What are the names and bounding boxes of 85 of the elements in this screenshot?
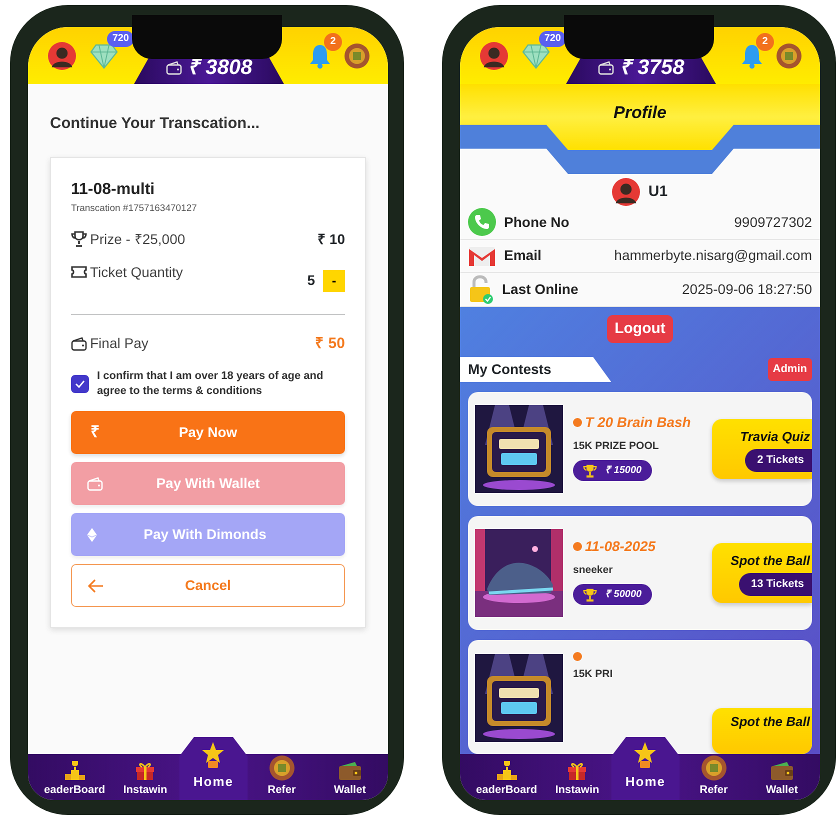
prize-label: Prize - ₹25,000 (90, 230, 186, 248)
diamond-icon (87, 528, 97, 542)
nav-tab[interactable]: Refer (248, 754, 316, 800)
detail-label: Last Online (502, 280, 578, 299)
logout-button[interactable]: Logout (606, 314, 674, 343)
back-arrow-icon (88, 578, 104, 592)
wallet-icon (87, 476, 103, 490)
game-name: Spot the Ball (730, 713, 812, 731)
nav-tab[interactable]: Home (611, 736, 680, 800)
quantity-label: Ticket Quantity (90, 262, 183, 282)
star-icon (200, 740, 226, 769)
prize-amount: ₹ 50000 (605, 588, 642, 602)
bell-icon (308, 42, 332, 68)
detail-value: hammerbyte.nisarg@gmail.com (614, 246, 812, 266)
wallet-icon (598, 61, 614, 75)
consent-text: I confirm that I am over 18 years of age and agree to the terms & conditions (97, 369, 324, 399)
nav-tab[interactable]: Instawin (111, 758, 180, 800)
coin-icon (344, 42, 370, 68)
page-title: Profile (614, 102, 666, 124)
decrease-button[interactable]: - (323, 270, 345, 292)
contest-subtitle: sneeker (573, 563, 614, 578)
nav-tab[interactable]: Refer (680, 754, 748, 800)
check-icon (75, 380, 85, 388)
contest-name: 11-08-multi (71, 180, 156, 200)
nav-tab[interactable]: eaderBoard (38, 758, 112, 800)
game-name: Spot the Ball (730, 552, 812, 570)
ticket-count: 2 Tickets (745, 449, 812, 472)
nav-tab[interactable]: Home (179, 736, 248, 800)
bell-icon (740, 42, 764, 68)
contest-card[interactable]: T 20 Brain Bash 15K PRIZE POOL ₹ 15000 Travia Quiz 2 Tickets (468, 392, 812, 506)
avatar-icon (612, 178, 640, 206)
contest-subtitle: 15K PRIZE POOL (573, 439, 660, 454)
detail-label: Email (504, 246, 542, 266)
dot-icon (573, 542, 582, 552)
diamond-count-badge: 720 (539, 30, 566, 46)
coin-icon (700, 755, 727, 781)
trophy-icon (71, 231, 87, 247)
diamond-count-badge: 720 (107, 30, 134, 46)
avatar-icon (480, 42, 508, 70)
transaction-id: Transcation #1757163470127 (71, 202, 198, 216)
diamond-icon (522, 42, 550, 68)
user-name: U1 (648, 182, 668, 202)
section-title: My Contests (460, 357, 612, 382)
final-amount: ₹ 50 (315, 334, 345, 354)
coin-icon (776, 42, 802, 68)
nav-tab[interactable]: Wallet (748, 760, 816, 800)
wallet-icon (338, 761, 362, 781)
page-title: Continue Your Transcation... (50, 114, 261, 134)
diamond-icon (90, 42, 118, 68)
ticket-icon (71, 266, 87, 278)
game-name: Travia Quiz (740, 428, 811, 446)
prize-amount: ₹ 15000 (605, 464, 642, 478)
mail-icon (468, 244, 496, 267)
admin-badge: Admin (768, 358, 812, 381)
detail-value: 2025-09-06 18:27:50 (682, 280, 812, 299)
nav-tab[interactable]: Instawin (543, 758, 612, 800)
detail-value: 9909727302 (734, 212, 812, 232)
podium-icon (496, 759, 518, 781)
trophy-icon (583, 588, 597, 602)
contest-subtitle: 15K PRI (573, 667, 614, 682)
consent-checkbox[interactable] (71, 375, 89, 393)
trophy-icon (583, 464, 597, 478)
coin-icon (268, 755, 295, 781)
podium-icon (64, 759, 86, 781)
nav-tab[interactable]: eaderBoard (470, 758, 544, 800)
ticket-count: 13 Tickets (738, 573, 812, 596)
wallet-icon (770, 761, 794, 781)
quantity-value: 5 (307, 271, 315, 290)
notification-badge: 2 (756, 32, 774, 50)
star-icon (632, 740, 658, 769)
wallet-icon (166, 61, 182, 75)
notification-badge: 2 (324, 32, 342, 50)
avatar-icon (48, 42, 76, 70)
nav-tab[interactable]: Wallet (316, 760, 384, 800)
detail-label: Phone No (504, 212, 570, 232)
contest-title: T 20 Brain Bash (585, 413, 691, 432)
ticket-price: ₹ 10 (318, 230, 345, 248)
contest-card[interactable]: 11-08-2025 sneeker ₹ 50000 Spot the Ball 13 Tickets (468, 516, 812, 630)
contest-title: 11-08-2025 (585, 537, 656, 556)
dot-icon (573, 652, 582, 661)
dot-icon (573, 418, 582, 428)
rupee-icon: ₹ (87, 420, 103, 444)
final-pay-label: Final Pay (90, 334, 148, 354)
contest-card[interactable]: 15K PRI Spot the Ball (468, 640, 812, 754)
wallet-icon (71, 336, 87, 351)
